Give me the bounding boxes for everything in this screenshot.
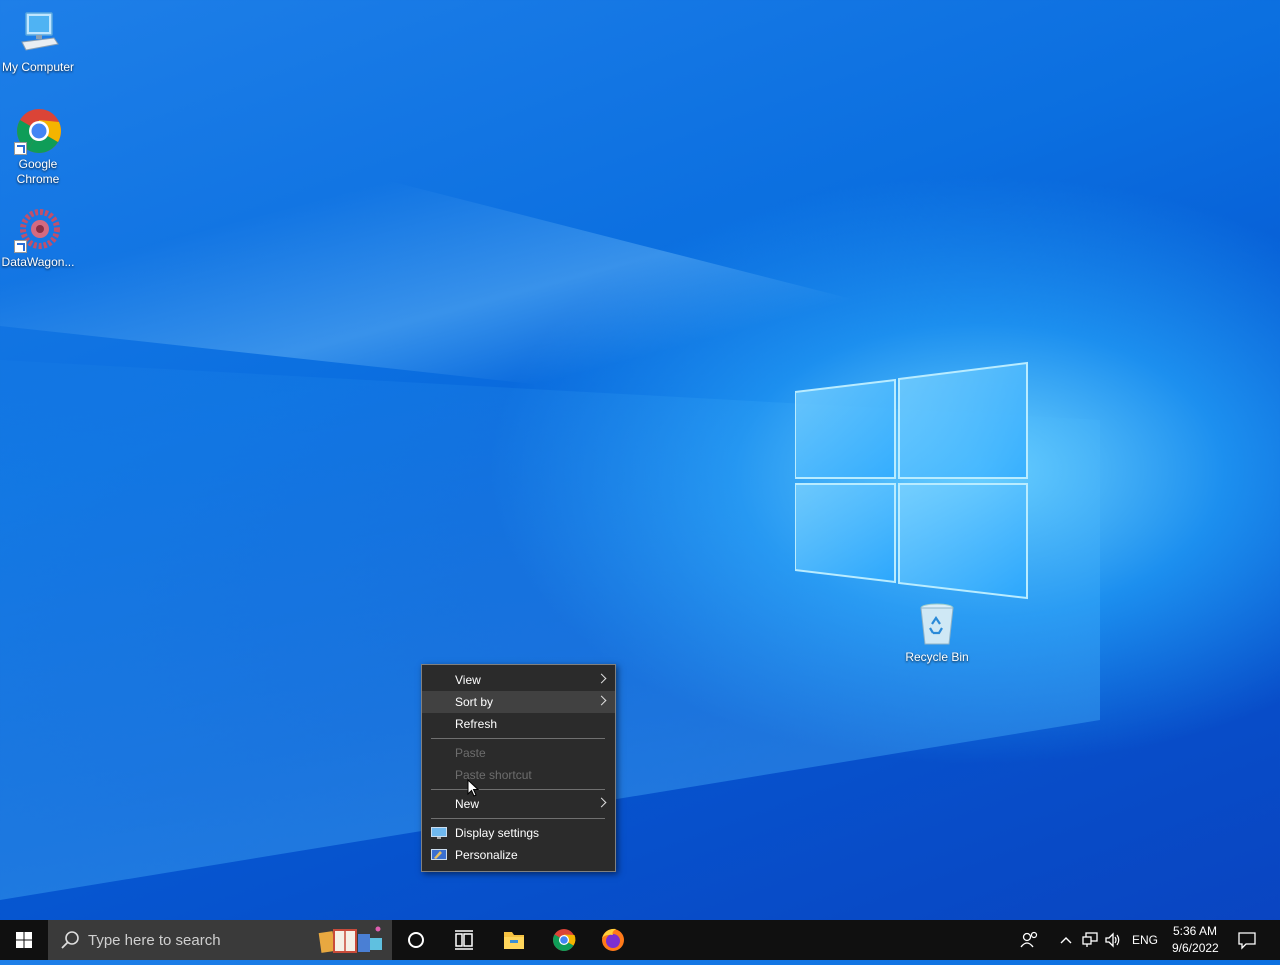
menu-item-paste-shortcut: Paste shortcut (422, 764, 615, 786)
menu-item-personalize[interactable]: Personalize (422, 844, 615, 866)
menu-item-label: Paste (455, 746, 486, 760)
chrome-icon (553, 929, 576, 951)
notifications-icon[interactable] (1237, 930, 1257, 950)
menu-separator (431, 789, 605, 790)
taskbar: Type here to search ENG 5:36 AM 9/6/2022 (0, 920, 1280, 960)
menu-item-label: Display settings (455, 826, 540, 840)
menu-item-label: Personalize (455, 848, 518, 862)
shortcut-arrow-icon (14, 142, 27, 155)
search-icon (61, 931, 79, 949)
menu-item-refresh[interactable]: Refresh (422, 713, 615, 735)
datawagon-icon (14, 205, 62, 253)
computer-icon (14, 10, 62, 58)
file-explorer-icon (504, 932, 524, 949)
desktop-icon-my-computer[interactable]: My Computer (0, 10, 76, 75)
menu-item-label: View (455, 673, 481, 687)
display-icon (431, 827, 447, 839)
desktop-icon-google-chrome[interactable]: Google Chrome (0, 107, 76, 187)
task-view-icon (455, 930, 473, 950)
firefox-icon (602, 928, 624, 951)
menu-item-view[interactable]: View (422, 669, 615, 691)
menu-item-label: New (455, 797, 480, 811)
taskbar-chrome[interactable] (540, 920, 588, 960)
desktop-icon-label: My Computer (1, 60, 75, 74)
desktop-icon-datawagon[interactable]: DataWagon... (0, 205, 76, 270)
cortana-circle-icon (408, 932, 424, 948)
desktop-icon-recycle-bin[interactable]: Recycle Bin (899, 600, 975, 665)
clock-date[interactable]: 9/6/2022 (1172, 941, 1219, 955)
shortcut-arrow-icon (14, 240, 27, 253)
chevron-right-icon (596, 695, 607, 706)
windows-start-icon (16, 932, 32, 948)
menu-item-new[interactable]: New (422, 793, 615, 815)
menu-item-paste: Paste (422, 742, 615, 764)
menu-item-label: Sort by (455, 695, 494, 709)
volume-icon[interactable] (1104, 931, 1122, 949)
chevron-up-icon[interactable] (1058, 932, 1074, 948)
chevron-right-icon (596, 797, 607, 808)
windows-wallpaper-logo (795, 361, 1028, 600)
desktop-context-menu: View Sort by Refresh Paste Paste shortcu… (421, 664, 616, 872)
search-placeholder: Type here to search (88, 932, 221, 949)
personalize-icon (431, 849, 447, 860)
taskbar-file-explorer[interactable] (490, 920, 538, 960)
people-icon[interactable] (1020, 930, 1040, 950)
recycle-bin-icon (913, 600, 961, 648)
menu-item-label: Refresh (455, 717, 498, 731)
chevron-right-icon (596, 673, 607, 684)
language-indicator[interactable]: ENG (1132, 933, 1158, 947)
menu-separator (431, 818, 605, 819)
menu-item-display-settings[interactable]: Display settings (422, 822, 615, 844)
start-button[interactable] (0, 920, 48, 960)
menu-separator (431, 738, 605, 739)
network-icon[interactable] (1082, 931, 1100, 949)
taskbar-firefox[interactable] (589, 920, 637, 960)
menu-item-sort-by[interactable]: Sort by (422, 691, 615, 713)
taskbar-search-box[interactable]: Type here to search (48, 920, 392, 960)
mouse-cursor-icon (467, 779, 479, 797)
clock-time[interactable]: 5:36 AM (1173, 924, 1217, 938)
task-view-button[interactable] (440, 920, 488, 960)
desktop-icon-label: DataWagon... (1, 255, 75, 269)
desktop-icon-label: Google Chrome (16, 157, 60, 186)
search-highlight-books-icon (318, 926, 382, 953)
chrome-icon (14, 107, 62, 155)
desktop-icon-label: Recycle Bin (905, 650, 969, 664)
cortana-button[interactable] (392, 920, 440, 960)
